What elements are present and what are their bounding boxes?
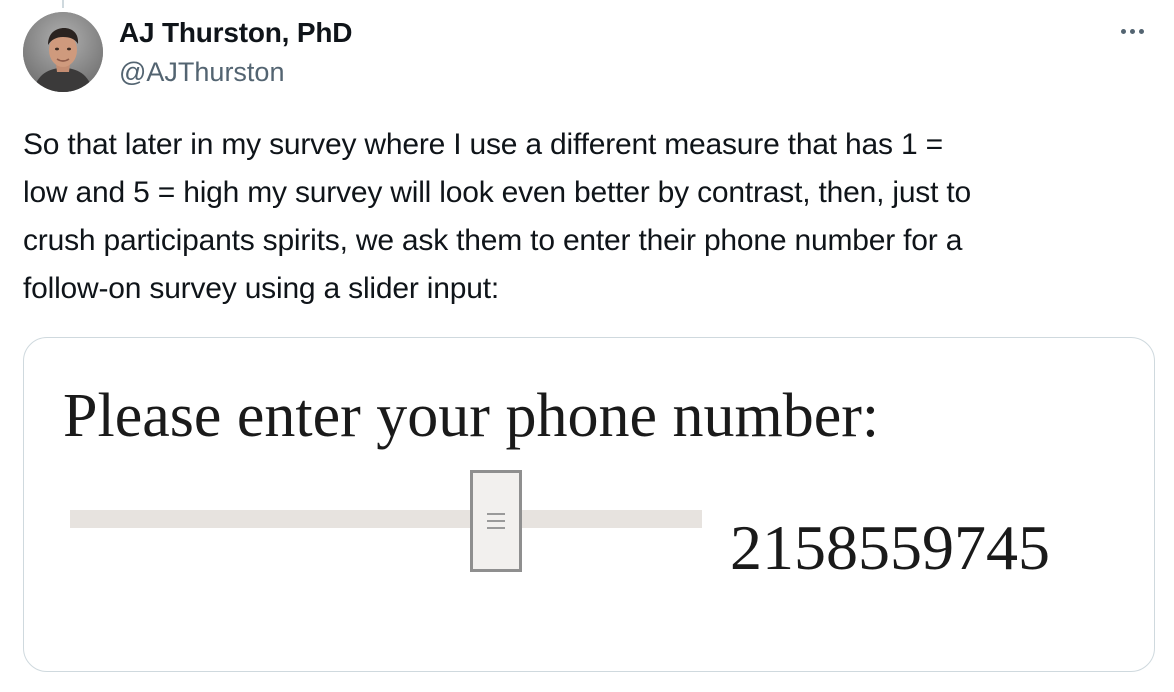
grip-line [487,520,505,522]
thread-connector-line [62,0,64,8]
author-display-name[interactable]: AJ Thurston, PhD [119,16,352,50]
more-horizontal-icon [1121,29,1126,34]
tweet-text-line: crush participants spirits, we ask them … [23,224,963,257]
tweet-text-line: low and 5 = high my survey will look eve… [23,176,971,209]
more-dot [1139,29,1144,34]
tweet-text-line: follow-on survey using a slider input: [23,272,499,305]
tweet-text-line: So that later in my survey where I use a… [23,128,943,161]
tweet-text: So that later in my survey where I use a… [23,121,1158,313]
grip-line [487,527,505,529]
slider-thumb[interactable] [470,470,522,572]
phone-number-prompt: Please enter your phone number: [63,382,880,450]
slider-track[interactable] [70,510,702,528]
more-options-button[interactable] [1112,14,1152,48]
slider-value-readout: 2158559745 [730,512,1050,583]
avatar[interactable] [23,12,103,92]
avatar-photo [23,12,103,92]
tweet-media-image[interactable]: Please enter your phone number: 21585597… [23,337,1155,672]
grip-line [487,513,505,515]
author-handle[interactable]: @AJThurston [119,55,284,89]
more-dot [1130,29,1135,34]
